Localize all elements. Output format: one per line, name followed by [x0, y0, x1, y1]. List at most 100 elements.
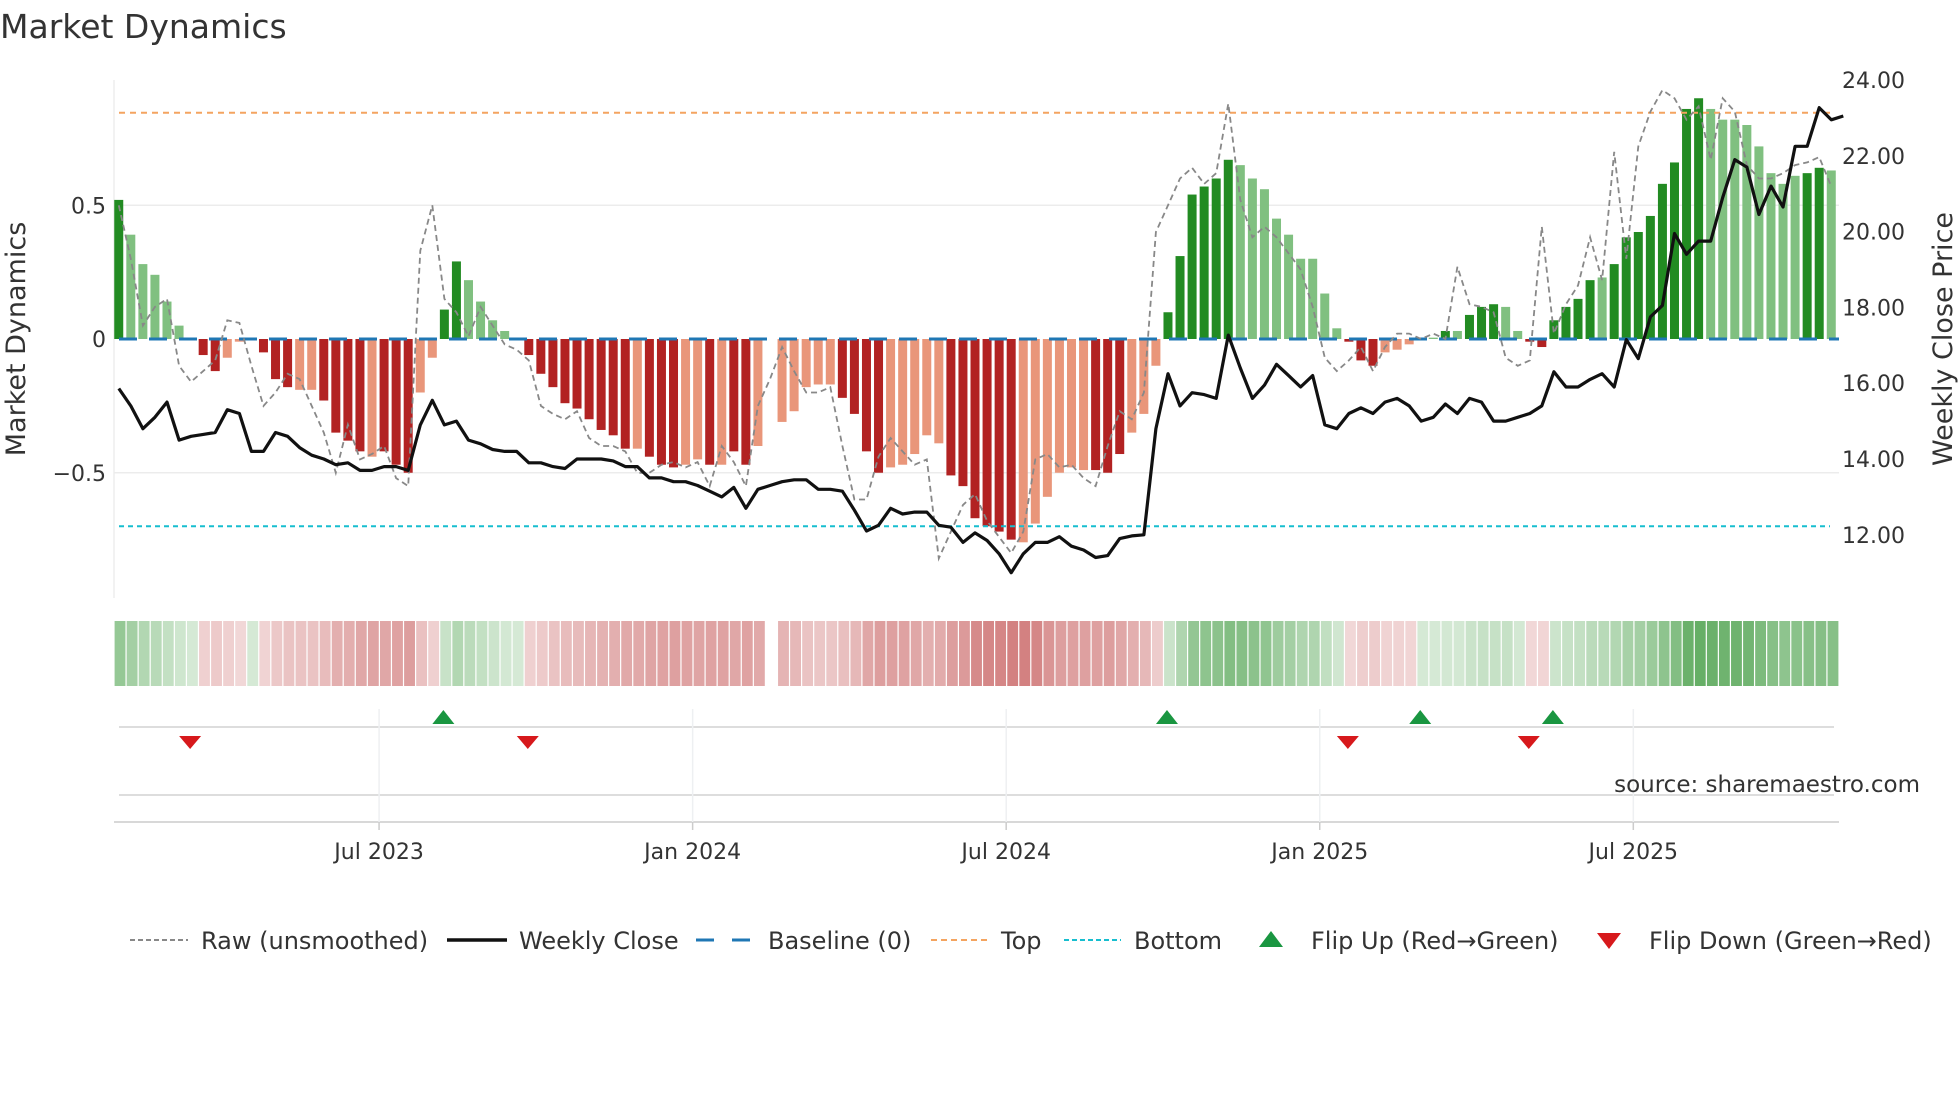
heat-cell: [1115, 621, 1127, 686]
heat-cell: [850, 621, 862, 686]
heat-cell: [645, 621, 657, 686]
momentum-bar: [295, 339, 305, 390]
momentum-bar: [451, 261, 461, 339]
heat-cell: [126, 621, 138, 686]
momentum-bar: [1609, 264, 1619, 339]
momentum-bar: [1464, 314, 1474, 339]
heat-cell: [910, 621, 922, 686]
momentum-bar: [1814, 167, 1824, 339]
legend-flip-down-icon: [1597, 933, 1621, 949]
x-tick-label: Jul 2025: [1587, 840, 1679, 865]
heat-cell: [1031, 621, 1043, 686]
heat-cell: [959, 621, 970, 686]
heat-cell: [681, 621, 693, 686]
heat-cell: [1067, 621, 1079, 686]
heat-cell: [199, 621, 210, 686]
momentum-bar: [1392, 339, 1402, 350]
momentum-bar: [1428, 337, 1438, 339]
heat-cell: [983, 621, 994, 686]
source-label: source: sharemaestro.com: [1614, 772, 1920, 798]
heat-cell: [1332, 621, 1344, 686]
heat-cell: [1815, 621, 1827, 686]
heat-cell: [1296, 621, 1308, 686]
momentum-bar: [1235, 165, 1245, 339]
y-tick-label-right: 12.00: [1842, 524, 1905, 549]
heat-cell: [319, 621, 331, 686]
heat-cell: [717, 621, 729, 686]
momentum-bar: [307, 339, 317, 390]
momentum-bar: [620, 339, 630, 449]
momentum-bar: [1030, 339, 1040, 524]
momentum-bars: [114, 98, 1836, 543]
heat-cell: [1345, 621, 1356, 686]
heat-cell: [886, 621, 898, 686]
momentum-bar: [644, 339, 654, 457]
momentum-bar: [488, 320, 498, 339]
heat-cell: [1803, 621, 1815, 686]
momentum-bar: [427, 339, 437, 358]
momentum-bar: [705, 339, 715, 465]
momentum-bar: [222, 339, 232, 358]
flip-up-marker: [1541, 710, 1564, 724]
momentum-bar: [126, 234, 136, 339]
momentum-bar: [596, 339, 606, 430]
momentum-bar: [849, 339, 859, 414]
heat-cell: [223, 621, 235, 686]
heat-cell: [452, 621, 464, 686]
heat-cell: [1743, 621, 1754, 686]
momentum-bar: [1199, 186, 1209, 339]
heat-cell: [548, 621, 560, 686]
momentum-bar: [391, 339, 401, 465]
heat-cell: [1381, 621, 1393, 686]
legend: Raw (unsmoothed) Weekly Close Baseline (0)…: [130, 927, 1932, 955]
heat-cell: [1079, 621, 1091, 686]
heat-cell: [1139, 621, 1151, 686]
heat-cell: [476, 621, 488, 686]
momentum-bar: [1802, 173, 1812, 339]
y-tick-label-right: 14.00: [1842, 448, 1905, 473]
y-tick-label-right: 20.00: [1842, 221, 1905, 246]
momentum-bar: [693, 339, 703, 460]
heat-cell: [1019, 621, 1031, 686]
legend-flip-up-icon: [1259, 931, 1283, 947]
y-tick-label-right: 16.00: [1842, 372, 1905, 397]
heat-cell: [1308, 621, 1320, 686]
momentum-bar: [1187, 194, 1197, 339]
x-tick-label: Jan 2024: [642, 840, 741, 865]
heat-cell: [1779, 621, 1791, 686]
momentum-bar: [174, 325, 184, 339]
momentum-bar: [1718, 119, 1728, 340]
momentum-bar: [1657, 183, 1667, 339]
heat-cell: [729, 621, 741, 686]
momentum-bar: [656, 339, 666, 465]
heat-cell: [404, 621, 415, 686]
momentum-bar: [1826, 170, 1836, 339]
legend-label: Flip Down (Green→Red): [1649, 927, 1932, 955]
heat-cell: [934, 621, 946, 686]
heat-cell: [1610, 621, 1622, 686]
legend-label: Top: [1000, 927, 1042, 955]
momentum-bar: [1066, 339, 1076, 468]
y-tick-label-left: 0.5: [71, 194, 106, 219]
momentum-bar: [958, 339, 968, 487]
momentum-bar: [1790, 175, 1800, 339]
heat-cell: [247, 621, 259, 686]
heat-cell: [1055, 621, 1067, 686]
legend-item-raw: Raw (unsmoothed): [130, 927, 428, 955]
heat-cell: [186, 621, 198, 686]
momentum-bar: [319, 339, 329, 401]
heat-cell: [633, 621, 645, 686]
momentum-bar: [271, 339, 281, 380]
weekly-close-line: [117, 106, 1844, 575]
heat-cell: [922, 621, 934, 686]
momentum-bar: [1006, 339, 1016, 540]
momentum-bar: [669, 339, 679, 468]
heat-cell: [1248, 621, 1260, 686]
heat-cell: [162, 621, 174, 686]
flip-down-marker: [1336, 736, 1359, 749]
heat-cell: [1718, 621, 1730, 686]
heat-cell: [1767, 621, 1779, 686]
flip-up-marker: [432, 710, 455, 724]
momentum-bar: [1151, 339, 1161, 366]
momentum-bar: [1247, 178, 1257, 339]
